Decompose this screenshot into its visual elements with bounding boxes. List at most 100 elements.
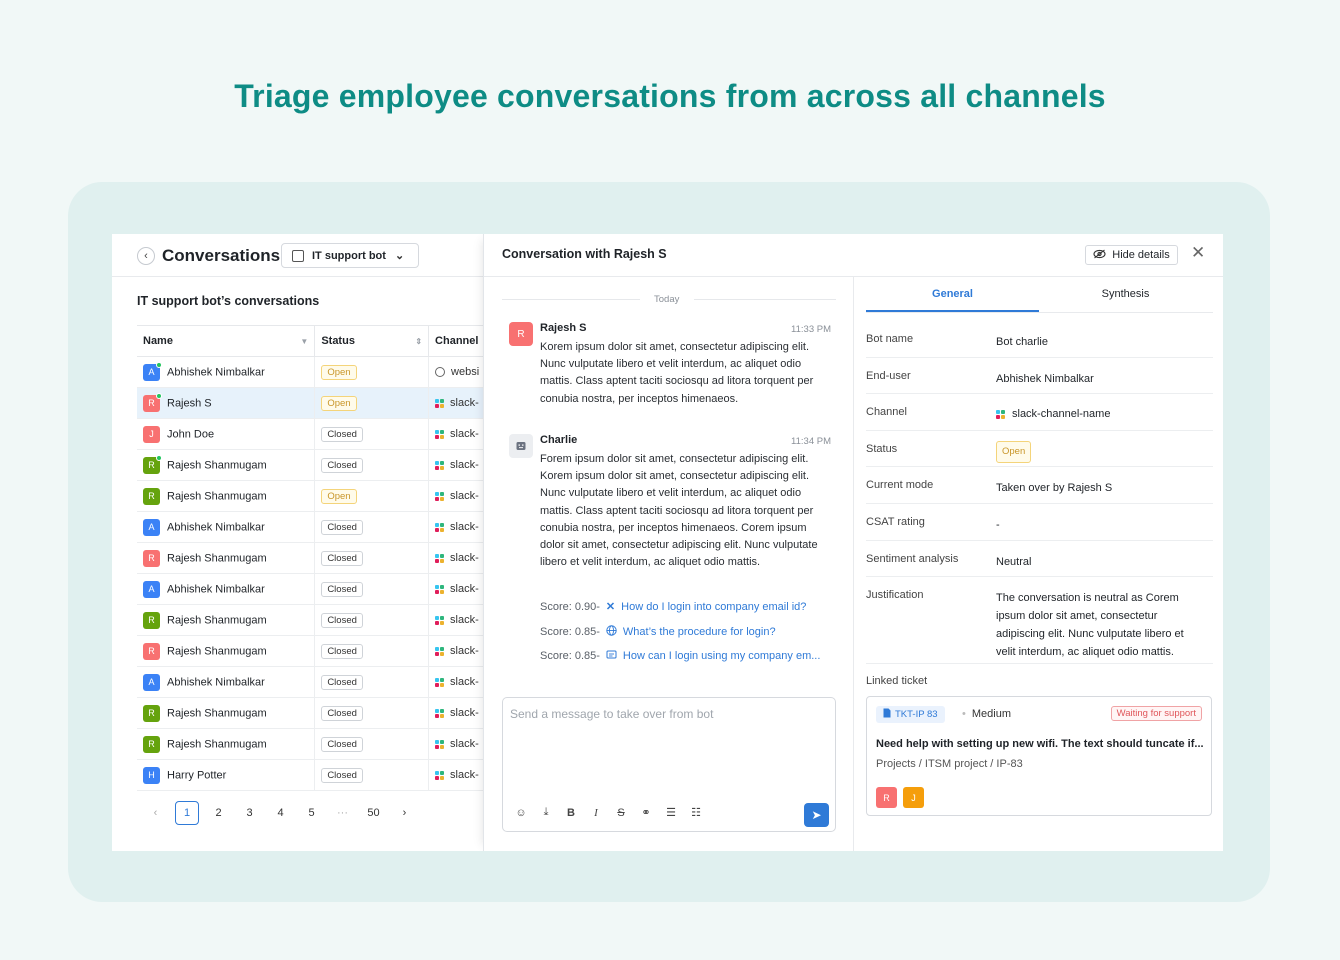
channel-name: slack- (450, 645, 479, 657)
back-button[interactable]: ‹ (137, 247, 155, 265)
avatar: R (143, 704, 160, 722)
details-tabs: General Synthesis (866, 277, 1213, 313)
channel-name: slack- (450, 676, 479, 688)
message-author: Charlie (540, 434, 578, 446)
document-icon (606, 649, 617, 663)
tab-synthesis[interactable]: Synthesis (1039, 277, 1212, 312)
user-name: Rajesh Shanmugam (167, 613, 267, 626)
table-row[interactable]: J John Doe Closed slack- (137, 418, 497, 450)
hero-title: Triage employee conversations from acros… (234, 78, 1106, 114)
table-row[interactable]: R Rajesh Shanmugam Open slack- (137, 480, 497, 512)
italic-icon[interactable]: I (590, 807, 602, 819)
upload-icon[interactable]: ⤓ (540, 806, 552, 819)
conversation-panel: Conversation with Rajesh S Hide details … (483, 234, 1223, 851)
column-header-status[interactable]: Status ⇕ (314, 325, 430, 357)
name-cell: R Rajesh Shanmugam (137, 604, 316, 636)
status-badge: Closed (321, 612, 363, 628)
status-badge: Open (321, 488, 357, 504)
slack-icon (435, 460, 445, 470)
status-badge: Closed (321, 705, 363, 721)
globe-icon (435, 367, 446, 377)
column-header-name[interactable]: Name ▼ (137, 325, 316, 357)
source-score: Score: 0.85- (540, 626, 600, 638)
detail-row-csat: CSAT rating - (866, 504, 1213, 541)
status-cell: Closed (314, 573, 430, 605)
detail-row-channel: Channel slack-channel-name (866, 394, 1213, 431)
page-2-button[interactable]: 2 (203, 807, 234, 819)
name-cell: R Rajesh Shanmugam (137, 542, 316, 574)
status-badge: Closed (321, 457, 363, 473)
name-cell: H Harry Potter (137, 759, 316, 791)
message-composer[interactable]: Send a message to take over from bot ☺ ⤓… (502, 697, 836, 832)
table-row[interactable]: R Rajesh Shanmugam Closed slack- (137, 449, 497, 481)
emoji-icon[interactable]: ☺ (515, 807, 527, 819)
ticket-id-chip[interactable]: TKT-IP 83 (876, 706, 945, 723)
bot-select[interactable]: IT support bot ⌄ (281, 243, 419, 268)
detail-row-status: Status Open (866, 431, 1213, 467)
table-row[interactable]: A Abhishek Nimbalkar Closed slack- (137, 666, 497, 698)
page-ellipsis: ··· (337, 807, 348, 819)
channel-name: slack- (450, 459, 479, 471)
name-cell: R Rajesh Shanmugam (137, 635, 316, 667)
table-row[interactable]: R Rajesh Shanmugam Closed slack- (137, 697, 497, 729)
status-badge: Closed (321, 736, 363, 752)
filter-icon[interactable]: ▼ (300, 337, 308, 346)
channel-name: slack- (450, 521, 479, 533)
table-row[interactable]: A Abhishek Nimbalkar Closed slack- (137, 573, 497, 605)
prev-page-button[interactable]: ‹ (140, 807, 171, 819)
user-name: John Doe (167, 427, 215, 440)
table-row[interactable]: R Rajesh Shanmugam Closed slack- (137, 604, 497, 636)
name-cell: A Abhishek Nimbalkar (137, 666, 316, 698)
avatar: R (143, 487, 160, 505)
table-row[interactable]: A Abhishek Nimbalkar Open websi (137, 356, 497, 388)
tab-general[interactable]: General (866, 277, 1039, 312)
page-3-button[interactable]: 3 (234, 807, 265, 819)
message-time: 11:34 PM (791, 436, 831, 447)
status-badge: Closed (321, 550, 363, 566)
message-text: Korem ipsum dolor sit amet, consectetur … (540, 341, 814, 405)
table-row[interactable]: R Rajesh Shanmugam Closed slack- (137, 635, 497, 667)
table-row[interactable]: R Rajesh S Open slack- (137, 387, 497, 419)
status-badge: Closed (321, 643, 363, 659)
hide-details-button[interactable]: Hide details (1085, 245, 1178, 265)
sort-icon[interactable]: ⇕ (415, 337, 422, 346)
slack-icon (435, 429, 445, 439)
name-cell: A Abhishek Nimbalkar (137, 356, 316, 388)
next-page-button[interactable]: › (389, 807, 420, 819)
bold-icon[interactable]: B (565, 807, 577, 819)
table-row[interactable]: H Harry Potter Closed slack- (137, 759, 497, 791)
table-row[interactable]: R Rajesh Shanmugam Closed slack- (137, 542, 497, 574)
conversation-header: Conversation with Rajesh S Hide details … (484, 234, 1223, 277)
page-title: Conversations (162, 246, 281, 265)
page-1-button[interactable]: 1 (175, 801, 199, 825)
user-name: Rajesh Shanmugam (167, 551, 267, 564)
source-link[interactable]: How can I login using my company em... (623, 650, 820, 662)
bullet-list-icon[interactable]: ☰ (665, 806, 677, 819)
table-row[interactable]: A Abhishek Nimbalkar Closed slack- (137, 511, 497, 543)
detail-row-end-user: End-user Abhishek Nimbalkar (866, 358, 1213, 394)
detail-key: Sentiment analysis (866, 553, 959, 565)
channel-name: slack-channel-name (1012, 408, 1111, 420)
close-icon[interactable]: ✕ (1191, 243, 1205, 263)
user-name: Rajesh Shanmugam (167, 458, 267, 471)
slack-icon (435, 615, 445, 625)
name-cell: J John Doe (137, 418, 316, 450)
strikethrough-icon[interactable]: S (615, 807, 627, 819)
source-link[interactable]: What’s the procedure for login? (623, 626, 776, 638)
page-4-button[interactable]: 4 (265, 807, 296, 819)
source-link[interactable]: How do I login into company email id? (621, 601, 806, 613)
send-button[interactable]: ➤ (804, 803, 829, 827)
status-cell: Closed (314, 728, 430, 760)
numbered-list-icon[interactable]: ☷ (690, 806, 702, 819)
composer-toolbar: ☺ ⤓ B I S ⚭ ☰ ☷ (515, 806, 702, 819)
table-row[interactable]: R Rajesh Shanmugam Closed slack- (137, 728, 497, 760)
detail-value: Abhishek Nimbalkar (996, 373, 1094, 385)
page-5-button[interactable]: 5 (296, 807, 327, 819)
link-icon[interactable]: ⚭ (640, 806, 652, 819)
linked-ticket-card[interactable]: TKT-IP 83 • Medium Waiting for support Ne… (866, 696, 1212, 816)
avatar: R (143, 611, 160, 629)
page-50-button[interactable]: 50 (358, 807, 389, 819)
name-cell: R Rajesh Shanmugam (137, 449, 316, 481)
detail-value: - (996, 519, 1000, 531)
detail-key: End-user (866, 370, 911, 382)
